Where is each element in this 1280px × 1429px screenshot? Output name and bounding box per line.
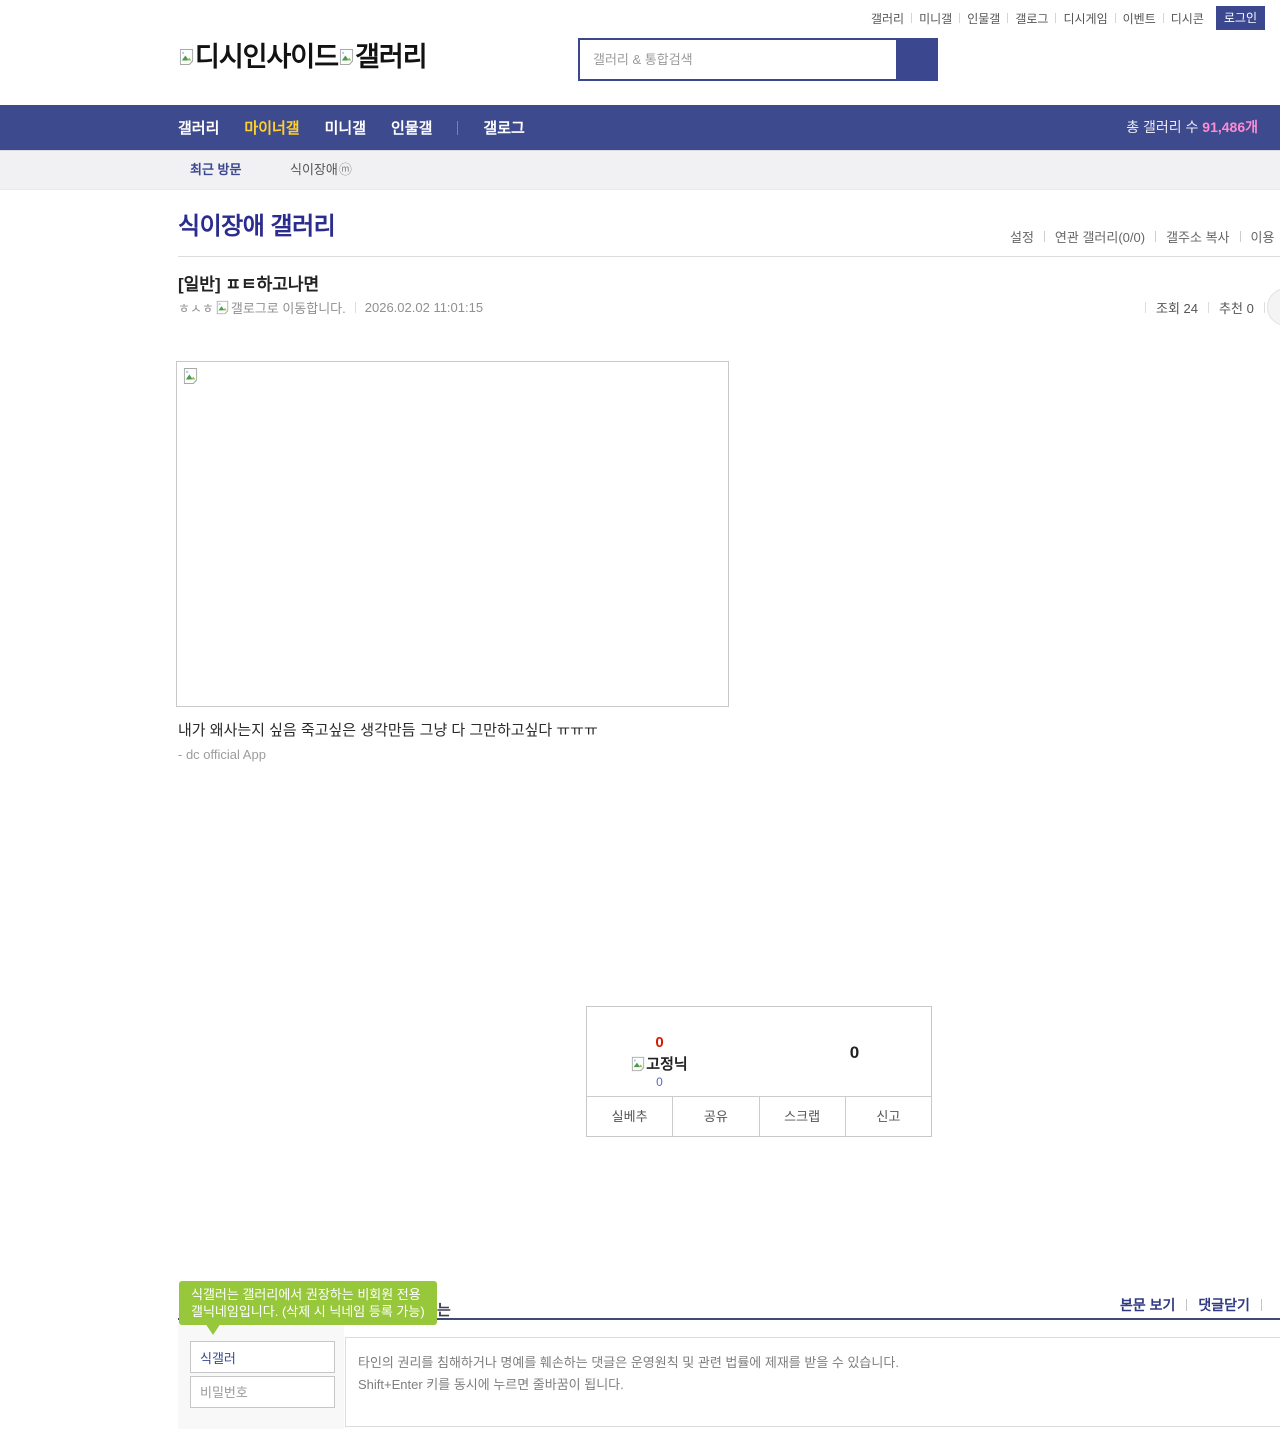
usage-guide-link-clipped[interactable]: 이용 xyxy=(1251,227,1275,246)
nav-item-persongall[interactable]: 인물갤 xyxy=(391,117,432,138)
broken-image-icon xyxy=(339,48,354,66)
divider xyxy=(1055,13,1057,23)
scrap-button[interactable]: 스크랩 xyxy=(758,1097,845,1136)
nav-item-gallery[interactable]: 갤러리 xyxy=(178,117,219,138)
gallery-title: 식이장애 갤러리 xyxy=(178,213,336,240)
site-logo[interactable]: 디시인사이드 갤러리 xyxy=(178,42,428,72)
gallery-utility-links: 설정 연관 갤러리(0/0) 갤주소 복사 이용 xyxy=(1010,227,1274,246)
post-meta: ㅎㅅㅎ 갤로그로 이동합니다. 2026.02.02 11:01:15 xyxy=(178,298,483,316)
topbar-link-dcgame[interactable]: 디시게임 xyxy=(1063,10,1107,27)
main-navigation: 갤러리 마이너갤 미니갤 인물갤 갤로그 총 갤러리 수 91,486개 xyxy=(0,105,1280,150)
breadcrumb-gallery-link[interactable]: 식이장애ⓜ xyxy=(290,150,352,189)
gallery-settings-link[interactable]: 설정 xyxy=(1010,227,1034,246)
breadcrumb-recent-label: 최근 방문 xyxy=(190,162,242,177)
divider xyxy=(1186,1299,1188,1311)
post-author[interactable]: ㅎㅅㅎ xyxy=(178,298,214,317)
comment-nickname-input[interactable] xyxy=(190,1341,335,1373)
minor-gallery-badge-icon: ⓜ xyxy=(338,162,352,177)
copy-gallery-url-link[interactable]: 갤주소 복사 xyxy=(1166,227,1229,246)
divider xyxy=(1114,13,1116,23)
comment-form-left-panel xyxy=(178,1320,344,1429)
nav-item-gallog[interactable]: 갤로그 xyxy=(483,117,524,138)
broken-image-icon xyxy=(216,300,229,315)
post-body-text: 내가 왜사는지 싶음 죽고싶은 생각만듬 그냥 다 그만하고싶다 ㅠㅠㅠ xyxy=(178,722,598,739)
upvote-count: 0 xyxy=(655,1034,664,1051)
close-comments-link[interactable]: 댓글닫기 xyxy=(1198,1295,1250,1315)
tooltip-line-2: 갤닉네임입니다. (삭제 시 닉네임 등록 가능) xyxy=(191,1304,425,1319)
post-meta-counts: 조회 24 추천 0 xyxy=(1135,298,1275,316)
divider xyxy=(1145,301,1146,313)
fixed-nickname-label: 고정닉 xyxy=(646,1056,688,1073)
divider xyxy=(1208,301,1210,313)
gallog-move-text[interactable]: 갤로그로 이동합니다. xyxy=(231,298,346,317)
topbar-link-dccon[interactable]: 디시콘 xyxy=(1171,10,1204,27)
topbar-link-minigall[interactable]: 미니갤 xyxy=(919,10,952,27)
occluded-header-text-fragment: 는 xyxy=(437,1302,451,1319)
divider xyxy=(1239,231,1241,242)
comment-password-input[interactable] xyxy=(190,1376,335,1408)
divider xyxy=(959,13,961,23)
tooltip-line-1: 식갤러는 갤러리에서 권장하는 비회원 전용 xyxy=(191,1287,421,1302)
comment-count-button-clipped[interactable] xyxy=(1267,288,1280,326)
post-image-placeholder xyxy=(176,361,729,707)
search-box xyxy=(578,38,938,81)
divider xyxy=(457,120,459,135)
search-input[interactable] xyxy=(580,40,896,79)
post-datetime: 2026.02.02 11:01:15 xyxy=(364,299,484,315)
recommend-count: 추천 0 xyxy=(1219,300,1254,316)
nav-item-minorgall-active[interactable]: 마이너갤 xyxy=(244,117,299,138)
divider xyxy=(178,256,1280,257)
divider xyxy=(1007,13,1009,23)
top-utility-bar: 갤러리 미니갤 인물갤 갤로그 디시게임 이벤트 디시콘 로그인 xyxy=(871,6,1265,30)
comment-header-links: 본문 보기 댓글닫기 xyxy=(1120,1296,1273,1314)
post-title: [일반] ㅍㅌ하고나면 xyxy=(178,270,319,295)
tooltip-arrow xyxy=(205,1323,221,1335)
vote-box: 0 고정닉 0 0 실베추 공유 스크랩 신고 xyxy=(586,1006,932,1137)
post-title-text: ㅍㅌ하고나면 xyxy=(225,275,320,294)
related-gallery-link[interactable]: 연관 갤러리(0/0) xyxy=(1055,227,1145,246)
total-gallery-count-value: 91,486개 xyxy=(1202,119,1258,135)
topbar-link-persongall[interactable]: 인물갤 xyxy=(967,10,1000,27)
divider xyxy=(1260,1299,1262,1311)
nickname-tooltip: 식갤러는 갤러리에서 권장하는 비회원 전용 갤닉네임입니다. (삭제 시 닉네… xyxy=(179,1281,437,1325)
share-button[interactable]: 공유 xyxy=(672,1097,758,1136)
logo-text-dcinside: 디시인사이드 xyxy=(195,42,339,72)
dcinside-gallery-post-page: { "topbar": { "links": ["갤러리", "미니갤", "인… xyxy=(0,0,1280,1429)
view-count: 조회 24 xyxy=(1156,300,1199,316)
fixed-nickname-badge[interactable]: 고정닉 xyxy=(607,1053,712,1074)
silbechu-button[interactable]: 실베추 xyxy=(587,1097,672,1136)
divider xyxy=(1155,231,1157,242)
report-button[interactable]: 신고 xyxy=(844,1097,931,1136)
topbar-link-event[interactable]: 이벤트 xyxy=(1123,10,1156,27)
broken-image-icon xyxy=(631,1056,645,1072)
divider xyxy=(354,301,356,313)
total-gallery-count: 총 갤러리 수 91,486개 xyxy=(1126,119,1258,135)
topbar-link-gallery[interactable]: 갤러리 xyxy=(871,10,904,27)
broken-image-icon xyxy=(179,48,194,66)
comment-notice-line-1: 타인의 권리를 침해하거나 명예를 훼손하는 댓글은 운영원칙 및 관련 법률에… xyxy=(358,1355,899,1370)
divider xyxy=(911,13,913,23)
comment-textarea[interactable]: 타인의 권리를 침해하거나 명예를 훼손하는 댓글은 운영원칙 및 관련 법률에… xyxy=(345,1337,1280,1427)
divider xyxy=(1162,13,1164,23)
broken-image-icon xyxy=(183,367,198,385)
search-button[interactable] xyxy=(896,40,936,79)
login-button[interactable]: 로그인 xyxy=(1215,6,1265,30)
comment-notice-line-2: Shift+Enter 키를 동시에 누르면 줄바꿈이 됩니다. xyxy=(358,1377,624,1392)
view-post-link[interactable]: 본문 보기 xyxy=(1120,1295,1175,1315)
post-category: [일반] xyxy=(178,275,221,294)
vote-button-row: 실베추 공유 스크랩 신고 xyxy=(587,1096,931,1136)
topbar-link-gallog[interactable]: 갤로그 xyxy=(1015,10,1048,27)
divider xyxy=(1263,301,1265,313)
nav-item-minigall[interactable]: 미니갤 xyxy=(325,117,366,138)
divider xyxy=(1043,231,1045,242)
downvote-count: 0 xyxy=(849,1043,860,1062)
logo-text-gallery: 갤러리 xyxy=(355,42,428,72)
fixed-nickname-count: 0 xyxy=(656,1075,663,1089)
dc-app-signature: - dc official App xyxy=(178,747,266,762)
